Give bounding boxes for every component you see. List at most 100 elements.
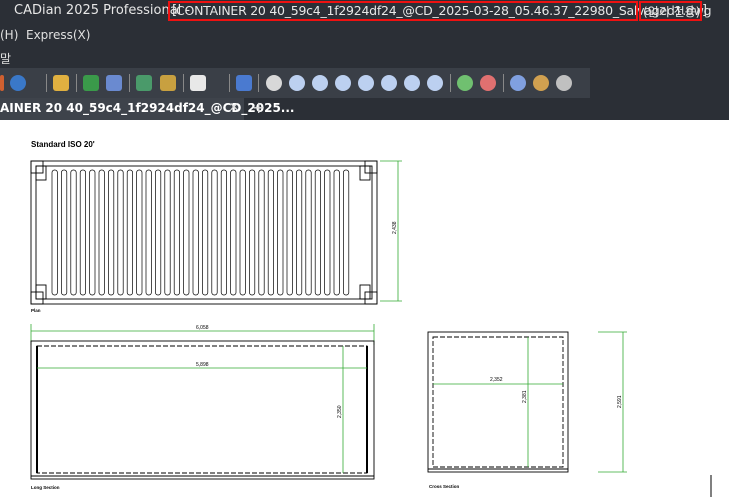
new-tab-button[interactable]: + xyxy=(252,98,265,117)
corrugation-rib xyxy=(267,169,274,296)
dimension-text: 2,352 xyxy=(490,377,503,383)
toolbar-separator xyxy=(503,74,504,92)
corrugation-rib xyxy=(70,169,77,296)
plan-height-dimension xyxy=(380,160,402,302)
corrugation-rib xyxy=(324,169,331,296)
calendar-icon[interactable] xyxy=(190,75,206,91)
drawing-canvas[interactable]: Standard ISO 20' 2,438 Plan 6,058 5,898 … xyxy=(0,120,729,500)
zoom-extents-icon[interactable] xyxy=(404,75,420,91)
toolbar xyxy=(0,68,729,98)
corrugation-rib xyxy=(230,169,237,296)
corrugation-rib xyxy=(192,169,199,296)
zoom-window-icon[interactable] xyxy=(335,75,351,91)
corrugation-rib xyxy=(305,169,312,296)
plan-corrugations xyxy=(51,169,350,296)
corrugation-rib xyxy=(296,169,303,296)
close-tab-icon[interactable]: ✕ xyxy=(229,100,239,114)
render-icon[interactable] xyxy=(556,75,572,91)
pan-hand-icon[interactable] xyxy=(266,75,282,91)
insert-block-icon[interactable] xyxy=(136,75,152,91)
toolbar-separator xyxy=(46,74,47,92)
dimension-text: 5,898 xyxy=(196,362,209,368)
settings-icon[interactable] xyxy=(510,75,526,91)
open-folder-icon[interactable] xyxy=(53,75,69,91)
properties-icon[interactable] xyxy=(160,75,176,91)
corrugation-rib xyxy=(202,169,209,296)
zoom-previous-icon[interactable] xyxy=(312,75,328,91)
toolbar-separator xyxy=(450,74,451,92)
corrugation-rib xyxy=(145,169,152,296)
light-icon[interactable] xyxy=(533,75,549,91)
menu-partial-item[interactable]: 말 xyxy=(0,50,11,67)
corrugation-rib xyxy=(183,169,190,296)
corrugation-rib xyxy=(258,169,265,296)
corrugation-rib xyxy=(343,169,350,296)
drawing-svg: Standard ISO 20' 2,438 Plan 6,058 5,898 … xyxy=(30,140,712,497)
toolbar-separator xyxy=(229,74,230,92)
app-title: CADian 2025 Professional - xyxy=(14,3,191,18)
cross-section-outline xyxy=(427,331,569,473)
corner-casting xyxy=(364,291,378,305)
cross-section-view xyxy=(427,331,569,473)
dimension-text: 6,058 xyxy=(196,325,209,331)
plan-inner-outline xyxy=(35,165,373,300)
corrugation-rib xyxy=(173,169,180,296)
plan-outline xyxy=(30,160,378,305)
corrugation-rib xyxy=(89,169,96,296)
zoom-realtime-icon[interactable] xyxy=(289,75,305,91)
corrugation-rib xyxy=(108,169,115,296)
document-tab-bar: AINER 20 40_59c4_1f2924df24_@CD_2025... … xyxy=(0,98,729,120)
corrugation-rib xyxy=(51,169,58,296)
corner-casting xyxy=(30,160,44,174)
corrugation-rib xyxy=(117,169,124,296)
tool-icon-partial[interactable] xyxy=(0,75,4,91)
dimension-text: 2,381 xyxy=(522,390,528,403)
layer-icon[interactable] xyxy=(236,75,252,91)
document-tab-label: AINER 20 40_59c4_1f2924df24_@CD_2025... xyxy=(0,101,295,115)
zoom-all-icon[interactable] xyxy=(427,75,443,91)
file-name-highlight-box xyxy=(168,1,638,21)
menu-help[interactable]: (H) xyxy=(0,28,18,42)
corrugation-rib xyxy=(220,169,227,296)
cross-section-inner-dashed xyxy=(432,336,564,468)
corrugation-rib xyxy=(61,169,68,296)
dimension-text: 2,438 xyxy=(392,221,398,234)
corrugation-rib xyxy=(79,169,86,296)
toolbar-separator xyxy=(258,74,259,92)
corrugation-rib xyxy=(239,169,246,296)
toolbar-separator xyxy=(183,74,184,92)
corrugation-rib xyxy=(136,169,143,296)
drawing-title: Standard ISO 20' xyxy=(31,140,95,149)
zoom-center-icon[interactable] xyxy=(381,75,397,91)
plan-view xyxy=(30,160,378,305)
cross-section-width-dimension xyxy=(433,337,563,467)
document-tab[interactable]: AINER 20 40_59c4_1f2924df24_@CD_2025... … xyxy=(0,98,294,120)
zoom-in-icon[interactable] xyxy=(457,75,473,91)
corrugation-rib xyxy=(126,169,133,296)
toolbar-separator xyxy=(129,74,130,92)
title-bar: CADian 2025 Professional - [ CONTAINER 2… xyxy=(0,0,729,24)
title-close-bracket: ] xyxy=(702,3,708,18)
excel-icon[interactable] xyxy=(83,75,99,91)
menu-row-2: 말 xyxy=(0,46,729,68)
corrugation-rib xyxy=(277,169,284,296)
menu-bar: (H) Express(X) xyxy=(0,24,729,46)
corner-casting xyxy=(364,160,378,174)
menu-express[interactable]: Express(X) xyxy=(26,28,90,42)
corrugation-rib xyxy=(314,169,321,296)
dimension-text: 2,350 xyxy=(337,405,343,418)
corrugation-rib xyxy=(249,169,256,296)
corrugation-rib xyxy=(164,169,171,296)
long-section-label: Long Section xyxy=(31,485,60,490)
dimension-text: 2,591 xyxy=(617,395,623,408)
zoom-dynamic-icon[interactable] xyxy=(358,75,374,91)
help-icon[interactable] xyxy=(10,75,26,91)
edit-table-icon[interactable] xyxy=(106,75,122,91)
cross-section-label: Cross Section xyxy=(429,484,460,489)
corrugation-rib xyxy=(98,169,105,296)
zoom-out-icon[interactable] xyxy=(480,75,496,91)
corrugation-rib xyxy=(211,169,218,296)
read-only-highlight-box xyxy=(639,1,702,21)
plan-label: Plan xyxy=(31,308,41,313)
corrugation-rib xyxy=(155,169,162,296)
